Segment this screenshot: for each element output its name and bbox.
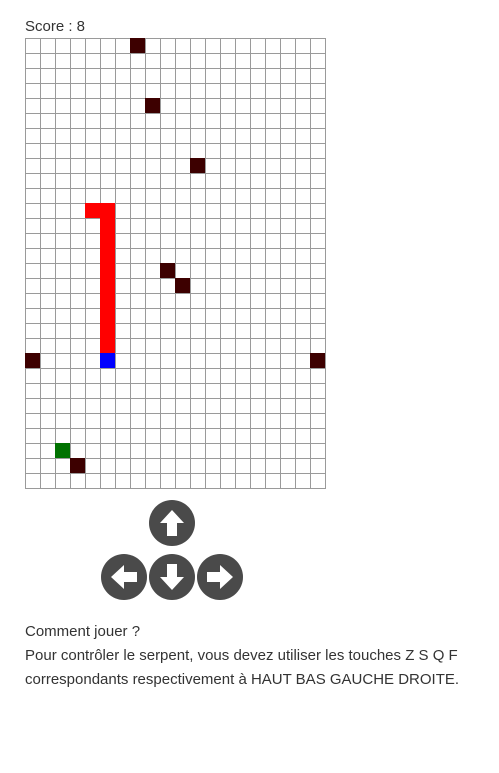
obstacle-cell <box>25 353 40 368</box>
game-board <box>25 38 326 489</box>
score-label: Score : 8 <box>25 18 86 35</box>
arrow-left-icon <box>111 565 137 589</box>
left-button[interactable] <box>101 554 147 600</box>
arrow-down-icon <box>160 564 184 590</box>
obstacle-cell <box>310 353 325 368</box>
instructions-title: Comment jouer ? <box>25 623 141 640</box>
snake-body-cell <box>100 218 115 233</box>
snake-body-cell <box>100 278 115 293</box>
snake-body-cell <box>100 338 115 353</box>
obstacle-cell <box>160 263 175 278</box>
snake-body-cell <box>100 203 115 218</box>
snake-body-cell <box>100 263 115 278</box>
obstacle-cell <box>190 158 205 173</box>
right-button[interactable] <box>197 554 243 600</box>
up-button[interactable] <box>149 500 195 546</box>
snake-body-cell <box>100 293 115 308</box>
food-cell <box>55 443 70 458</box>
snake-body-cell <box>100 308 115 323</box>
instructions-line-2: correspondants respectivement à HAUT BAS… <box>25 671 460 688</box>
obstacle-cell <box>175 278 190 293</box>
arrow-right-icon <box>207 565 233 589</box>
snake-head-cell <box>100 353 115 368</box>
snake-body-cell <box>100 233 115 248</box>
snake-body-cell <box>100 248 115 263</box>
down-button[interactable] <box>149 554 195 600</box>
obstacle-cell <box>70 458 85 473</box>
arrow-up-icon <box>160 510 184 536</box>
snake-body-cell <box>85 203 100 218</box>
instructions: Comment jouer ? Pour contrôler le serpen… <box>25 620 495 692</box>
obstacle-cell <box>145 98 160 113</box>
instructions-line-1: Pour contrôler le serpent, vous devez ut… <box>25 647 458 664</box>
snake-body-cell <box>100 323 115 338</box>
obstacle-cell <box>130 38 145 53</box>
